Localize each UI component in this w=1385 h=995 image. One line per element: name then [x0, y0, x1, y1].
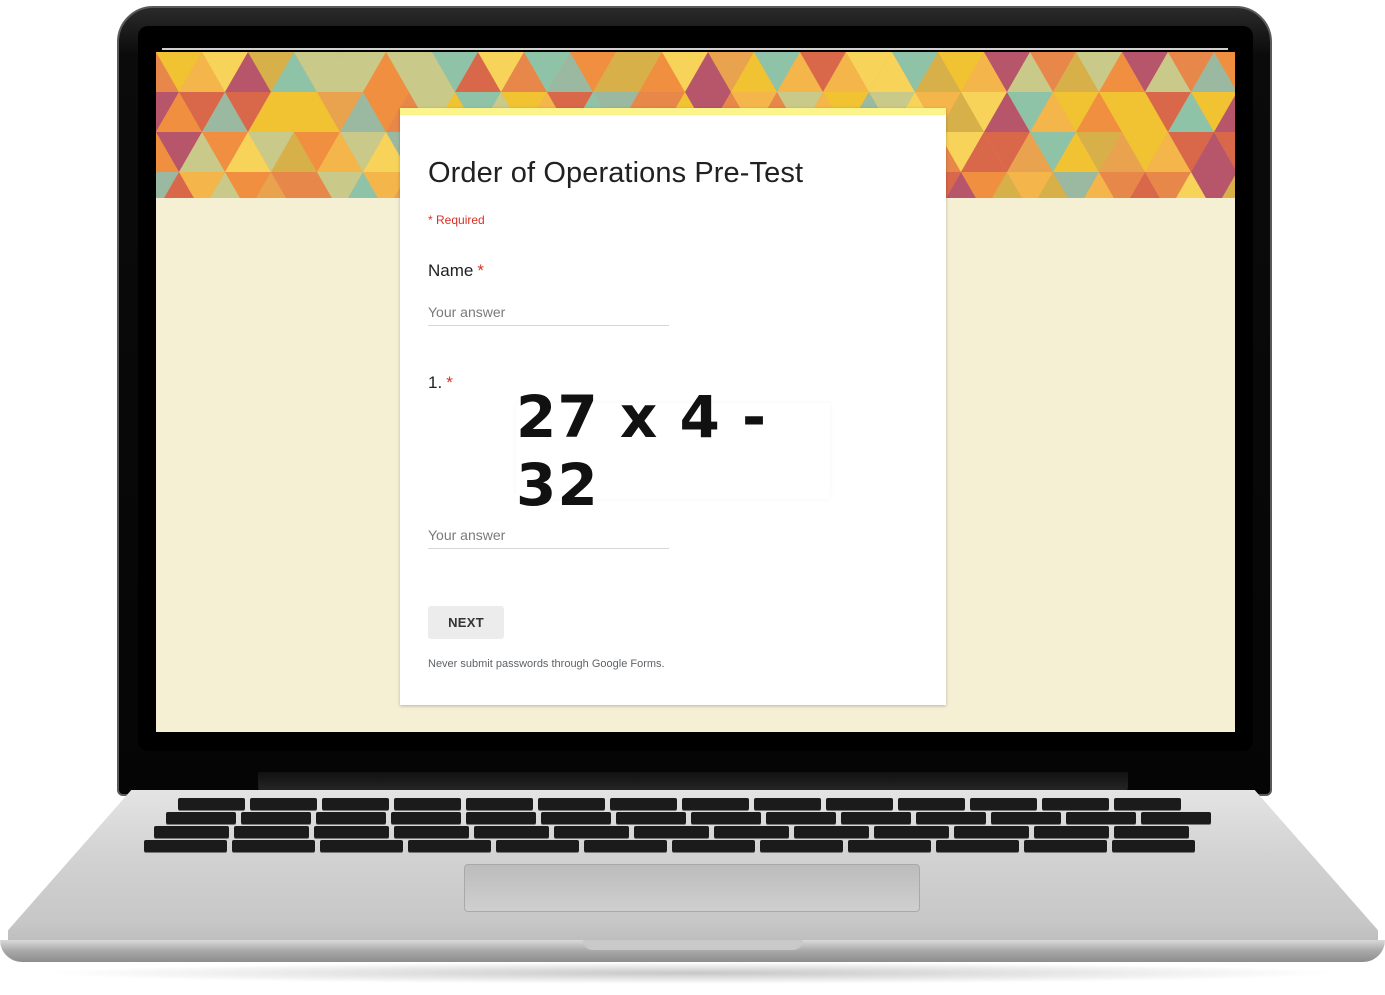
- laptop-shadow: [40, 962, 1345, 984]
- required-asterisk: *: [446, 373, 453, 392]
- keyboard-key: [474, 826, 549, 838]
- keyboard-key: [178, 798, 245, 810]
- keyboard-key: [1112, 840, 1195, 852]
- keyboard-key: [541, 812, 611, 824]
- browser-viewport: Order of Operations Pre-Test * Required …: [156, 52, 1235, 732]
- keyboard-row: [154, 826, 1189, 838]
- keyboard-key: [616, 812, 686, 824]
- keyboard-key: [1034, 826, 1109, 838]
- keyboard-key: [316, 812, 386, 824]
- keyboard-key: [634, 826, 709, 838]
- question-1-label: 1. *: [428, 373, 453, 393]
- password-warning-note: Never submit passwords through Google Fo…: [428, 658, 665, 670]
- question-label-text: 1.: [428, 373, 443, 392]
- keyboard-key: [936, 840, 1019, 852]
- keyboard-key: [166, 812, 236, 824]
- keyboard-key: [760, 840, 843, 852]
- keyboard-key: [314, 826, 389, 838]
- keyboard-key: [144, 840, 227, 852]
- keyboard-key: [691, 812, 761, 824]
- keyboard-key: [672, 840, 755, 852]
- keyboard-key: [250, 798, 317, 810]
- keyboard-key: [610, 798, 677, 810]
- keyboard-key: [154, 826, 229, 838]
- keyboard-key: [538, 798, 605, 810]
- keyboard-key: [234, 826, 309, 838]
- question-1-image: 27 x 4 - 32: [516, 383, 830, 519]
- keyboard-key: [391, 812, 461, 824]
- keyboard-key: [496, 840, 579, 852]
- keyboard-row: [178, 798, 1181, 810]
- keyboard-key: [466, 798, 533, 810]
- keyboard-key: [466, 812, 536, 824]
- keyboard-key: [848, 840, 931, 852]
- keyboard-key: [826, 798, 893, 810]
- keyboard-row: [144, 840, 1195, 852]
- keyboard-key: [766, 812, 836, 824]
- keyboard-key: [970, 798, 1037, 810]
- keyboard-key: [794, 826, 869, 838]
- keyboard-key: [841, 812, 911, 824]
- keyboard-key: [1042, 798, 1109, 810]
- keyboard-key: [320, 840, 403, 852]
- keyboard: [136, 796, 1250, 860]
- trackpad: [464, 864, 920, 912]
- keyboard-key: [232, 840, 315, 852]
- keyboard-key: [954, 826, 1029, 838]
- keyboard-key: [1024, 840, 1107, 852]
- keyboard-key: [1114, 826, 1189, 838]
- lid-opening-notch: [583, 940, 803, 950]
- browser-top-edge: [162, 48, 1228, 50]
- keyboard-key: [916, 812, 986, 824]
- keyboard-key: [241, 812, 311, 824]
- keyboard-key: [408, 840, 491, 852]
- required-note: * Required: [428, 213, 485, 227]
- question-label-text: Name: [428, 261, 474, 280]
- name-answer-input[interactable]: Your answer: [428, 302, 669, 326]
- keyboard-key: [322, 798, 389, 810]
- keyboard-key: [1141, 812, 1211, 824]
- keyboard-key: [714, 826, 789, 838]
- keyboard-key: [394, 798, 461, 810]
- keyboard-row: [166, 812, 1211, 824]
- next-button[interactable]: NEXT: [428, 606, 504, 639]
- keyboard-key: [874, 826, 949, 838]
- question-1-answer-input[interactable]: Your answer: [428, 525, 669, 549]
- keyboard-key: [394, 826, 469, 838]
- keyboard-key: [991, 812, 1061, 824]
- form-title: Order of Operations Pre-Test: [428, 157, 804, 189]
- keyboard-key: [1066, 812, 1136, 824]
- keyboard-key: [584, 840, 667, 852]
- keyboard-key: [898, 798, 965, 810]
- required-asterisk: *: [477, 261, 484, 280]
- keyboard-key: [1114, 798, 1181, 810]
- keyboard-key: [754, 798, 821, 810]
- question-name-label: Name *: [428, 261, 484, 281]
- keyboard-key: [682, 798, 749, 810]
- keyboard-key: [554, 826, 629, 838]
- form-card: Order of Operations Pre-Test * Required …: [400, 108, 946, 705]
